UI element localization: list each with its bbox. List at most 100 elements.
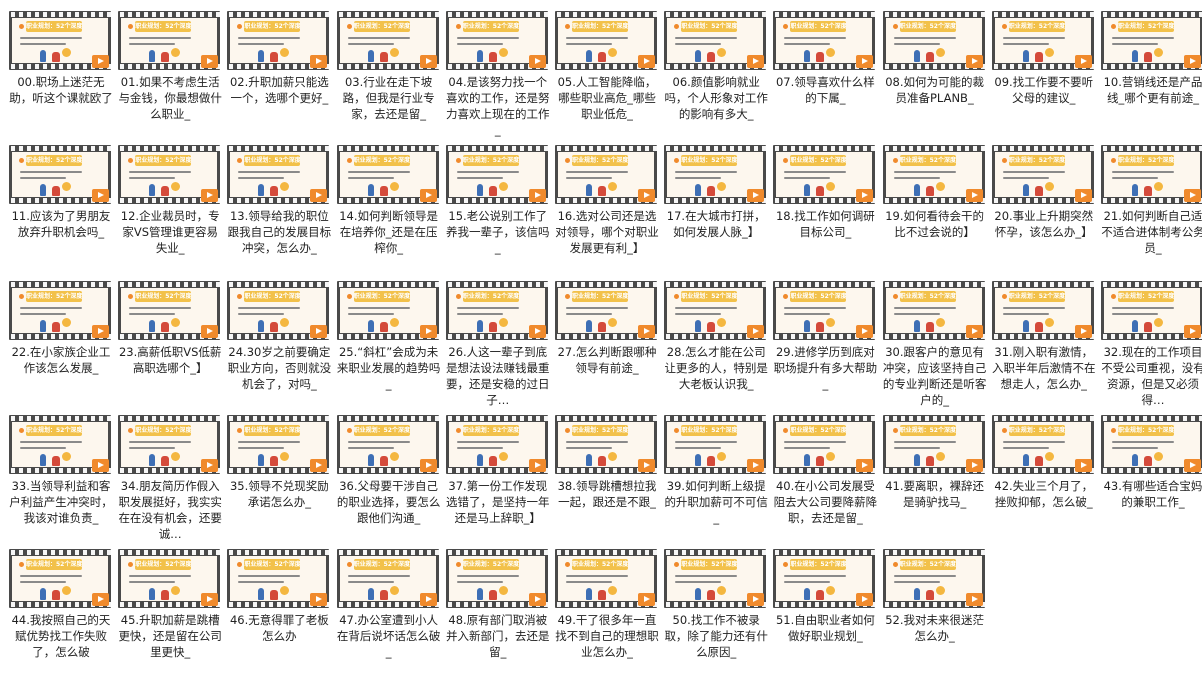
video-thumbnail[interactable]: 职业规划：52个深度解答	[445, 549, 548, 608]
video-file-name[interactable]: 33.当领导利益和客户利益产生冲突时，我该对谁负责_	[9, 478, 113, 526]
video-file-tile[interactable]: 职业规划：52个深度解答 48.原有部门取消被并入新部门，去还是留_	[445, 549, 550, 660]
video-file-tile[interactable]: 职业规划：52个深度解答 17.在大城市打拼，如何发展人脉_】	[664, 145, 768, 240]
video-thumbnail[interactable]: 职业规划：52个深度解答	[991, 11, 1094, 70]
video-thumbnail[interactable]: 职业规划：52个深度解答	[991, 145, 1094, 204]
video-file-tile[interactable]: 职业规划：52个深度解答 13.领导给我的职位跟我自己的发展目标冲突，怎么办_	[227, 145, 331, 256]
video-file-name[interactable]: 26.人这一辈子到底是想法设法赚钱最重要，还是安稳的过日子…	[446, 344, 550, 408]
video-thumbnail[interactable]: 职业规划：52个深度解答	[882, 11, 985, 70]
video-file-tile[interactable]: 职业规划：52个深度解答 11.应该为了男朋友放弃升职机会吗_	[9, 145, 113, 240]
video-thumbnail[interactable]: 职业规划：52个深度解答	[1101, 11, 1202, 70]
video-thumbnail[interactable]: 职业规划：52个深度解答	[336, 549, 439, 608]
video-file-tile[interactable]: 职业规划：52个深度解答 19.如何看待会干的比不过会说的】	[882, 145, 987, 240]
video-file-tile[interactable]: 职业规划：52个深度解答 28.怎么才能在公司让更多的人，特别是大老板认识我_	[664, 281, 768, 392]
video-thumbnail[interactable]: 职业规划：52个深度解答	[991, 281, 1094, 340]
video-file-name[interactable]: 23.高薪低职VS低薪高职选哪个_】	[118, 344, 222, 376]
video-thumbnail[interactable]: 职业规划：52个深度解答	[555, 11, 657, 70]
video-thumbnail[interactable]: 职业规划：52个深度解答	[664, 281, 767, 340]
video-file-tile[interactable]: 职业规划：52个深度解答 49.干了很多年一直找不到自己的理想职业怎么办_	[555, 549, 659, 660]
video-thumbnail[interactable]: 职业规划：52个深度解答	[664, 11, 767, 70]
video-thumbnail[interactable]: 职业规划：52个深度解答	[1101, 281, 1202, 340]
video-file-tile[interactable]: 职业规划：52个深度解答 05.人工智能降临，哪些职业高危_哪些职业低危_	[555, 11, 659, 122]
video-file-tile[interactable]: 职业规划：52个深度解答 45.升职加薪是跳槽更快，还是留在公司里更快_	[118, 549, 222, 660]
video-file-tile[interactable]: 职业规划：52个深度解答 06.颜值影响就业吗，个人形象对工作的影响有多大_	[664, 11, 768, 122]
video-thumbnail[interactable]: 职业规划：52个深度解答	[118, 11, 221, 70]
video-file-name[interactable]: 41.要离职，裸辞还是骑驴找马_	[883, 478, 987, 510]
video-file-name[interactable]: 28.怎么才能在公司让更多的人，特别是大老板认识我_	[664, 344, 768, 392]
video-file-name[interactable]: 14.如何判断领导是在培养你_还是在压榨你_	[337, 208, 441, 256]
video-file-tile[interactable]: 职业规划：52个深度解答 32.现在的工作项目不受公司重视，没有资源，但是又必须得…	[1101, 281, 1202, 408]
video-file-tile[interactable]: 职业规划：52个深度解答 04.是该努力找一个喜欢的工作，还是努力喜欢上现在的工作…	[445, 11, 550, 138]
video-file-tile[interactable]: 职业规划：52个深度解答 18.找工作如何调研目标公司_	[773, 145, 877, 240]
video-thumbnail[interactable]: 职业规划：52个深度解答	[118, 145, 221, 204]
video-file-tile[interactable]: 职业规划：52个深度解答 26.人这一辈子到底是想法设法赚钱最重要，还是安稳的过日…	[445, 281, 550, 408]
video-thumbnail[interactable]: 职业规划：52个深度解答	[664, 415, 767, 474]
video-file-tile[interactable]: 职业规划：52个深度解答 43.有哪些适合宝妈的兼职工作_	[1101, 415, 1202, 510]
video-file-tile[interactable]: 职业规划：52个深度解答 23.高薪低职VS低薪高职选哪个_】	[118, 281, 222, 376]
video-file-tile[interactable]: 职业规划：52个深度解答 25.“斜杠”会成为未来职业发展的趋势吗_	[336, 281, 441, 392]
video-file-tile[interactable]: 职业规划：52个深度解答 51.自由职业者如何做好职业规划_	[773, 549, 877, 644]
video-file-tile[interactable]: 职业规划：52个深度解答 47.办公室遭到小人在背后说坏话怎么破_	[336, 549, 441, 660]
video-file-name[interactable]: 08.如何为可能的裁员准备PLANB_	[883, 74, 987, 106]
video-file-name[interactable]: 32.现在的工作项目不受公司重视，没有资源，但是又必须得…	[1101, 344, 1202, 408]
video-file-name[interactable]: 07.领导喜欢什么样的下属_	[773, 74, 877, 106]
video-thumbnail[interactable]: 职业规划：52个深度解答	[9, 281, 111, 340]
video-file-name[interactable]: 01.如果不考虑生活与金钱，你最想做什么职业_	[118, 74, 222, 122]
video-thumbnail[interactable]: 职业规划：52个深度解答	[664, 145, 767, 204]
video-file-name[interactable]: 25.“斜杠”会成为未来职业发展的趋势吗_	[337, 344, 441, 392]
video-file-name[interactable]: 31.刚入职有激情，入职半年后激情不在想走人，怎么办_	[992, 344, 1096, 392]
video-file-name[interactable]: 15.老公说别工作了养我一辈子，该信吗_	[446, 208, 550, 256]
video-file-tile[interactable]: 职业规划：52个深度解答 42.失业三个月了，挫败抑郁，怎么破_	[991, 415, 1096, 510]
video-file-name[interactable]: 42.失业三个月了，挫败抑郁，怎么破_	[992, 478, 1096, 510]
video-file-tile[interactable]: 职业规划：52个深度解答 00.职场上迷茫无助，听这个课就欧了	[9, 11, 113, 106]
video-thumbnail[interactable]: 职业规划：52个深度解答	[9, 145, 111, 204]
video-file-tile[interactable]: 职业规划：52个深度解答 39.如何判断上级提的升职加薪可不可信_	[664, 415, 768, 526]
video-file-name[interactable]: 03.行业在走下坡路，但我是行业专家，去还是留_	[337, 74, 441, 122]
video-thumbnail[interactable]: 职业规划：52个深度解答	[882, 281, 985, 340]
video-file-tile[interactable]: 职业规划：52个深度解答 40.在小公司发展受阻去大公司要降薪降职，去还是留_	[773, 415, 877, 526]
video-file-tile[interactable]: 职业规划：52个深度解答 08.如何为可能的裁员准备PLANB_	[882, 11, 987, 106]
video-file-name[interactable]: 34.朋友简历作假入职发展挺好，我实实在在没有机会，还要诚…	[118, 478, 222, 542]
video-thumbnail[interactable]: 职业规划：52个深度解答	[882, 549, 985, 608]
video-thumbnail[interactable]: 职业规划：52个深度解答	[118, 415, 221, 474]
video-file-name[interactable]: 44.我按照自己的天赋优势找工作失败了，怎么破	[9, 612, 113, 660]
video-file-tile[interactable]: 职业规划：52个深度解答 27.怎么判断跟哪种领导有前途_	[555, 281, 659, 376]
video-thumbnail[interactable]: 职业规划：52个深度解答	[445, 11, 548, 70]
video-file-tile[interactable]: 职业规划：52个深度解答 02.升职加薪只能选一个，选哪个更好_	[227, 11, 331, 106]
video-thumbnail[interactable]: 职业规划：52个深度解答	[773, 415, 876, 474]
video-file-name[interactable]: 52.我对未来很迷茫怎么办_	[883, 612, 987, 644]
video-file-tile[interactable]: 职业规划：52个深度解答 12.企业裁员时，专家VS管理谁更容易失业_	[118, 145, 222, 256]
video-file-tile[interactable]: 职业规划：52个深度解答 30.跟客户的意见有冲突，应该坚持自己的专业判断还是听客…	[882, 281, 987, 408]
video-thumbnail[interactable]: 职业规划：52个深度解答	[336, 415, 439, 474]
video-file-tile[interactable]: 职业规划：52个深度解答 34.朋友简历作假入职发展挺好，我实实在在没有机会，还要…	[118, 415, 222, 542]
video-thumbnail[interactable]: 职业规划：52个深度解答	[773, 11, 876, 70]
video-file-name[interactable]: 39.如何判断上级提的升职加薪可不可信_	[664, 478, 768, 526]
video-file-tile[interactable]: 职业规划：52个深度解答 24.30岁之前要确定职业方向，否则就没机会了，对吗_	[227, 281, 331, 392]
video-file-tile[interactable]: 职业规划：52个深度解答 03.行业在走下坡路，但我是行业专家，去还是留_	[336, 11, 441, 122]
video-thumbnail[interactable]: 职业规划：52个深度解答	[9, 549, 111, 608]
video-thumbnail[interactable]: 职业规划：52个深度解答	[445, 415, 548, 474]
video-thumbnail[interactable]: 职业规划：52个深度解答	[555, 549, 657, 608]
video-file-tile[interactable]: 职业规划：52个深度解答 22.在小家族企业工作该怎么发展_	[9, 281, 113, 376]
video-file-name[interactable]: 18.找工作如何调研目标公司_	[773, 208, 877, 240]
video-file-name[interactable]: 40.在小公司发展受阻去大公司要降薪降职，去还是留_	[773, 478, 878, 526]
video-file-name[interactable]: 49.干了很多年一直找不到自己的理想职业怎么办_	[555, 612, 659, 660]
video-thumbnail[interactable]: 职业规划：52个深度解答	[336, 11, 439, 70]
video-file-name[interactable]: 51.自由职业者如何做好职业规划_	[773, 612, 877, 644]
video-thumbnail[interactable]: 职业规划：52个深度解答	[555, 145, 657, 204]
video-thumbnail[interactable]: 职业规划：52个深度解答	[227, 145, 330, 204]
video-file-tile[interactable]: 职业规划：52个深度解答 21.如何判断自己适不适合进体制考公务员_	[1101, 145, 1202, 256]
video-thumbnail[interactable]: 职业规划：52个深度解答	[118, 549, 221, 608]
video-thumbnail[interactable]: 职业规划：52个深度解答	[227, 415, 330, 474]
video-thumbnail[interactable]: 职业规划：52个深度解答	[9, 11, 111, 70]
video-file-tile[interactable]: 职业规划：52个深度解答 50.找工作不被录取，除了能力还有什么原因_	[664, 549, 768, 660]
video-file-name[interactable]: 35.领导不兑现奖励承诺怎么办_	[227, 478, 331, 510]
video-file-tile[interactable]: 职业规划：52个深度解答 41.要离职，裸辞还是骑驴找马_	[882, 415, 987, 510]
video-file-tile[interactable]: 职业规划：52个深度解答 33.当领导利益和客户利益产生冲突时，我该对谁负责_	[9, 415, 113, 526]
video-file-name[interactable]: 30.跟客户的意见有冲突，应该坚持自己的专业判断还是听客户的_	[883, 344, 987, 408]
video-file-name[interactable]: 02.升职加薪只能选一个，选哪个更好_	[227, 74, 331, 106]
video-file-tile[interactable]: 职业规划：52个深度解答 44.我按照自己的天赋优势找工作失败了，怎么破	[9, 549, 113, 660]
video-file-name[interactable]: 27.怎么判断跟哪种领导有前途_	[555, 344, 659, 376]
video-file-name[interactable]: 13.领导给我的职位跟我自己的发展目标冲突，怎么办_	[227, 208, 332, 256]
video-file-tile[interactable]: 职业规划：52个深度解答 01.如果不考虑生活与金钱，你最想做什么职业_	[118, 11, 222, 122]
video-file-name[interactable]: 21.如何判断自己适不适合进体制考公务员_	[1101, 208, 1202, 256]
